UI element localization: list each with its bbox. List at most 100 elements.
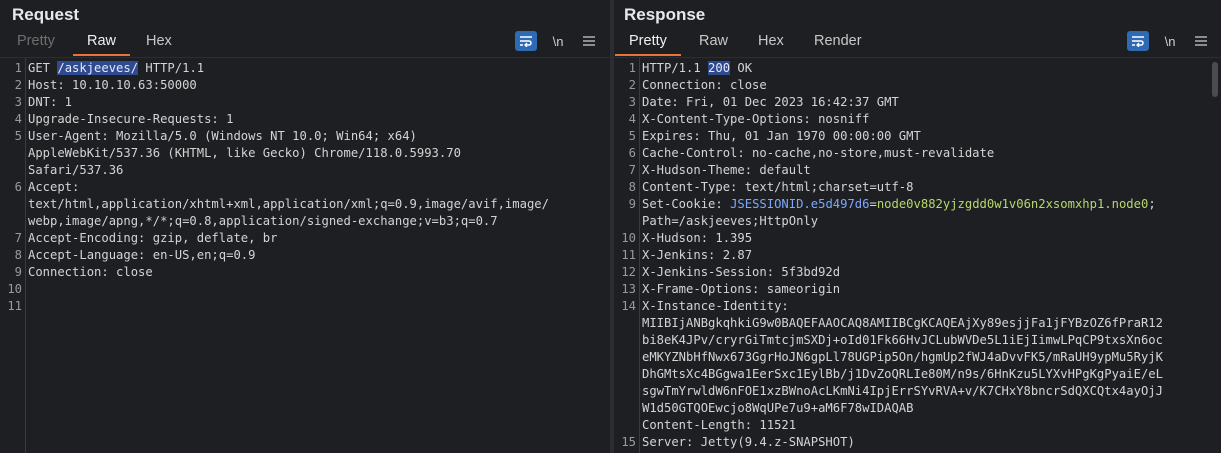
response-title: Response bbox=[624, 5, 706, 24]
text-token: X-Jenkins: 2.87 bbox=[642, 248, 753, 262]
text-token: AppleWebKit/537.36 (KHTML, like Gecko) C… bbox=[28, 146, 461, 160]
line-number: 11 bbox=[621, 248, 636, 262]
code-line: Safari/537.36 bbox=[0, 162, 610, 179]
line-text: sgwTmYrwldW6nFOE1xzBWnoAcLKmNi4IpjErrSYv… bbox=[636, 383, 1163, 400]
line-text: X-Hudson-Theme: default bbox=[636, 162, 811, 179]
text-token: DhGMtsXc4BGgwa1EerSxc1EylBb/j1DvZoQRLIe8… bbox=[642, 367, 1163, 381]
line-number bbox=[614, 417, 636, 434]
line-text: User-Agent: Mozilla/5.0 (Windows NT 10.0… bbox=[22, 128, 417, 145]
response-wrap-lines-button[interactable] bbox=[1127, 31, 1149, 51]
code-line: 11 X-Jenkins: 2.87 bbox=[614, 247, 1221, 264]
text-token: Date: Fri, 01 Dec 2023 16:42:37 GMT bbox=[642, 95, 899, 109]
text-token: Accept-Language: en-US,en;q=0.9 bbox=[28, 248, 256, 262]
line-text: X-Jenkins-Session: 5f3bd92d bbox=[636, 264, 840, 281]
line-number: 2 bbox=[628, 78, 636, 92]
code-line: Content-Length: 11521 bbox=[614, 417, 1221, 434]
code-line: text/html,application/xhtml+xml,applicat… bbox=[0, 196, 610, 213]
line-number bbox=[614, 213, 636, 230]
request-wrap-lines-button[interactable] bbox=[515, 31, 537, 51]
response-tab-hex[interactable]: Hex bbox=[758, 33, 784, 55]
code-line: 14 X-Instance-Identity: bbox=[614, 298, 1221, 315]
text-token: Path=/askjeeves;HttpOnly bbox=[642, 214, 819, 228]
line-text bbox=[22, 281, 28, 298]
line-number: 8 bbox=[14, 248, 22, 262]
text-token: Connection: close bbox=[28, 265, 153, 279]
line-number: 14 bbox=[621, 299, 636, 313]
code-line: 6 Cache-Control: no-cache,no-store,must-r… bbox=[614, 145, 1221, 162]
code-line: 9 Set-Cookie: JSESSIONID.e5d497d6=node0v8… bbox=[614, 196, 1221, 213]
request-tab-pretty[interactable]: Pretty bbox=[17, 33, 55, 55]
request-show-newlines-button[interactable]: \n bbox=[547, 31, 569, 51]
line-text: Connection: close bbox=[636, 77, 767, 94]
text-token: Safari/537.36 bbox=[28, 163, 124, 177]
line-text: eMKYZNbHfNwx673GgrHoJN6gpLl78UGPip5On/hg… bbox=[636, 349, 1163, 366]
text-token: DNT: 1 bbox=[28, 95, 73, 109]
response-tab-raw[interactable]: Raw bbox=[699, 33, 728, 55]
text-token: sgwTmYrwldW6nFOE1xzBWnoAcLKmNi4IpjErrSYv… bbox=[642, 384, 1163, 398]
line-number: 6 bbox=[628, 146, 636, 160]
code-line: 12 X-Jenkins-Session: 5f3bd92d bbox=[614, 264, 1221, 281]
line-text: AppleWebKit/537.36 (KHTML, like Gecko) C… bbox=[22, 145, 461, 162]
line-text: X-Frame-Options: sameorigin bbox=[636, 281, 840, 298]
request-tab-hex[interactable]: Hex bbox=[146, 33, 172, 55]
code-line: 5 User-Agent: Mozilla/5.0 (Windows NT 10.… bbox=[0, 128, 610, 145]
code-line: bi8eK4JPv/cryrGiTmtcjmSXDj+oId01Fk66HvJC… bbox=[614, 332, 1221, 349]
line-number: 4 bbox=[628, 112, 636, 126]
response-show-newlines-button[interactable]: \n bbox=[1159, 31, 1181, 51]
line-number: 1 bbox=[14, 61, 22, 75]
line-number: 4 bbox=[14, 112, 22, 126]
line-number: 11 bbox=[7, 299, 22, 313]
line-text: Accept: bbox=[22, 179, 79, 196]
line-text: HTTP/1.1 200 OK bbox=[636, 60, 752, 77]
request-tab-raw[interactable]: Raw bbox=[72, 33, 131, 56]
line-text: bi8eK4JPv/cryrGiTmtcjmSXDj+oId01Fk66HvJC… bbox=[636, 332, 1163, 349]
line-number: 1 bbox=[628, 61, 636, 75]
line-text: W1d50GTQOEwcjo8WqUPe7u9+aM6F78wIDAQAB bbox=[636, 400, 914, 417]
line-text: GET /askjeeves/ HTTP/1.1 bbox=[22, 60, 204, 77]
line-text: DNT: 1 bbox=[22, 94, 72, 111]
code-line: 2 Host: 10.10.10.63:50000 bbox=[0, 77, 610, 94]
text-token: GET bbox=[28, 61, 58, 75]
line-text: Content-Type: text/html;charset=utf-8 bbox=[636, 179, 914, 196]
text-token: Upgrade-Insecure-Requests: 1 bbox=[28, 112, 234, 126]
code-line: webp,image/apng,*/*;q=0.8,application/si… bbox=[0, 213, 610, 230]
text-token: W1d50GTQOEwcjo8WqUPe7u9+aM6F78wIDAQAB bbox=[642, 401, 914, 415]
line-number: 3 bbox=[628, 95, 636, 109]
line-number bbox=[614, 400, 636, 417]
line-number bbox=[0, 213, 22, 230]
line-text: DhGMtsXc4BGgwa1EerSxc1EylBb/j1DvZoQRLIe8… bbox=[636, 366, 1163, 383]
code-line: Path=/askjeeves;HttpOnly bbox=[614, 213, 1221, 230]
text-token: User-Agent: Mozilla/5.0 (Windows NT 10.0… bbox=[28, 129, 417, 143]
line-text: X-Content-Type-Options: nosniff bbox=[636, 111, 869, 128]
response-tab-render[interactable]: Render bbox=[814, 33, 862, 55]
line-text: X-Jenkins: 2.87 bbox=[636, 247, 752, 264]
request-menu-button[interactable] bbox=[578, 31, 600, 51]
wrap-lines-icon bbox=[520, 36, 532, 47]
line-number bbox=[614, 383, 636, 400]
text-token: Accept: bbox=[28, 180, 80, 194]
text-token: OK bbox=[730, 61, 753, 75]
code-line: 8 Accept-Language: en-US,en;q=0.9 bbox=[0, 247, 610, 264]
response-scrollbar[interactable] bbox=[1212, 62, 1218, 97]
code-line: 4 Upgrade-Insecure-Requests: 1 bbox=[0, 111, 610, 128]
line-number: 9 bbox=[14, 265, 22, 279]
code-line: 7 X-Hudson-Theme: default bbox=[614, 162, 1221, 179]
request-pane: Request Pretty Raw Hex \n 1 GET /askjeeve… bbox=[0, 0, 610, 453]
code-line: 15 Server: Jetty(9.4.z-SNAPSHOT) bbox=[614, 434, 1221, 451]
text-token: Content-Length: 11521 bbox=[642, 418, 797, 432]
line-number bbox=[0, 162, 22, 179]
response-menu-button[interactable] bbox=[1190, 31, 1212, 51]
line-number: 9 bbox=[628, 197, 636, 211]
text-token: text/html,application/xhtml+xml,applicat… bbox=[28, 197, 549, 211]
code-line: 9 Connection: close bbox=[0, 264, 610, 281]
response-tab-pretty[interactable]: Pretty bbox=[615, 33, 681, 56]
text-token: Connection: close bbox=[642, 78, 767, 92]
request-editor[interactable]: 1 GET /askjeeves/ HTTP/1.1 2 Host: 10.10.10… bbox=[0, 57, 610, 453]
line-text: Expires: Thu, 01 Jan 1970 00:00:00 GMT bbox=[636, 128, 921, 145]
response-editor[interactable]: 1 HTTP/1.1 200 OK 2 Connection: close 3 Date:… bbox=[614, 57, 1221, 453]
line-text: Accept-Encoding: gzip, deflate, br bbox=[22, 230, 277, 247]
line-text: Server: Jetty(9.4.z-SNAPSHOT) bbox=[636, 434, 855, 451]
line-number: 6 bbox=[14, 180, 22, 194]
text-token: Accept-Encoding: gzip, deflate, br bbox=[28, 231, 278, 245]
code-line: 11 bbox=[0, 298, 610, 315]
